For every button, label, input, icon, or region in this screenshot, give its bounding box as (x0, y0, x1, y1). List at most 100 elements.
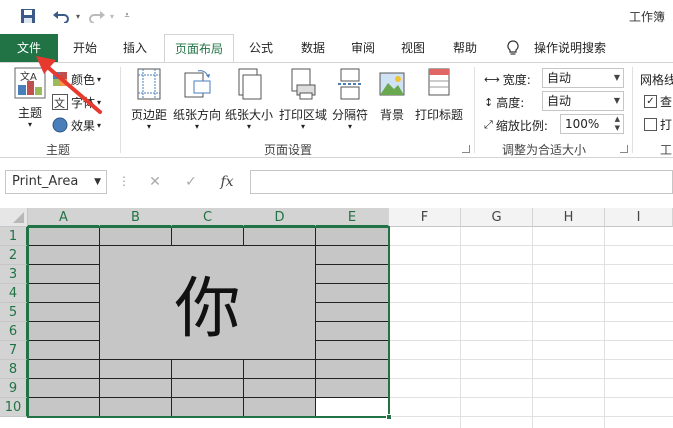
row-header-3[interactable]: 3 (0, 265, 28, 284)
orientation-button[interactable]: 纸张方向 ▾ (172, 67, 222, 131)
row-header-7[interactable]: 7 (0, 341, 28, 360)
tab-formulas[interactable]: 公式 (238, 34, 284, 62)
cancel-icon[interactable]: ✕ (144, 172, 166, 192)
cell-b10[interactable] (100, 398, 172, 417)
margins-button[interactable]: 页边距 ▾ (128, 67, 170, 131)
cell-c10[interactable] (172, 398, 244, 417)
cell-e8[interactable] (316, 360, 389, 379)
formula-input[interactable] (250, 170, 673, 194)
page-setup-launcher-icon[interactable] (462, 145, 470, 153)
drag-handle-icon[interactable]: ⋮ (118, 174, 130, 188)
insert-function-icon[interactable]: fx (216, 172, 238, 192)
cell-c9[interactable] (172, 379, 244, 398)
height-select[interactable]: 自动 ▼ (542, 91, 624, 111)
fonts-button[interactable]: 文 字体 ▾ (52, 92, 101, 112)
row-header-1[interactable]: 1 (0, 227, 28, 246)
tab-home[interactable]: 开始 (62, 34, 108, 62)
column-header-c[interactable]: C (172, 208, 244, 227)
fill-handle[interactable] (386, 414, 392, 420)
cell-c1[interactable] (172, 227, 244, 246)
cell-a10[interactable] (28, 398, 100, 417)
cell-e1[interactable] (316, 227, 389, 246)
tab-insert[interactable]: 插入 (112, 34, 158, 62)
cell-e9[interactable] (316, 379, 389, 398)
background-button[interactable]: 背景 (374, 67, 410, 123)
merged-cell-b2-d7[interactable]: 你 (100, 246, 316, 360)
cell-a1[interactable] (28, 227, 100, 246)
cell-a9[interactable] (28, 379, 100, 398)
row-header-5[interactable]: 5 (0, 303, 28, 322)
customize-icon[interactable]: ⩡ (120, 6, 134, 26)
tab-file[interactable]: 文件 (0, 34, 58, 62)
print-titles-button[interactable]: 打印标题 (412, 67, 466, 123)
print-titles-icon (428, 68, 450, 96)
column-header-e[interactable]: E (316, 208, 389, 227)
name-box[interactable]: Print_Area ▼ (5, 170, 107, 194)
tab-view[interactable]: 视图 (390, 34, 436, 62)
cell-d10[interactable] (244, 398, 316, 417)
scale-launcher-icon[interactable] (620, 145, 628, 153)
tab-data[interactable]: 数据 (290, 34, 336, 62)
chevron-down-icon[interactable]: ▼ (94, 171, 101, 193)
undo-dropdown-icon[interactable]: ▾ (72, 6, 84, 26)
enter-icon[interactable]: ✓ (180, 172, 202, 192)
scale-stepper[interactable]: 100% ▲ ▼ (560, 114, 624, 134)
row-header-10[interactable]: 10 (0, 398, 28, 417)
column-header-f[interactable]: F (389, 208, 461, 227)
cell-a4[interactable] (28, 284, 100, 303)
cell-a3[interactable] (28, 265, 100, 284)
cell-e7[interactable] (316, 341, 389, 360)
column-header-h[interactable]: H (533, 208, 605, 227)
print-area-button[interactable]: 打印区域 ▾ (276, 67, 330, 131)
gridline (389, 321, 673, 322)
cell-a6[interactable] (28, 322, 100, 341)
tab-page-layout[interactable]: 页面布局 (164, 34, 234, 63)
cell-a5[interactable] (28, 303, 100, 322)
cell-d8[interactable] (244, 360, 316, 379)
undo-icon[interactable] (50, 6, 72, 26)
cell-a8[interactable] (28, 360, 100, 379)
tell-me-search[interactable]: 操作说明搜索 (528, 34, 612, 62)
row-header-2[interactable]: 2 (0, 246, 28, 265)
row-header-6[interactable]: 6 (0, 322, 28, 341)
cell-e2[interactable] (316, 246, 389, 265)
cell-b1[interactable] (100, 227, 172, 246)
row-header-9[interactable]: 9 (0, 379, 28, 398)
select-all-corner[interactable] (0, 208, 28, 227)
column-header-g[interactable]: G (461, 208, 533, 227)
stepper-arrows-icon[interactable]: ▲ ▼ (615, 115, 620, 133)
breaks-button[interactable]: 分隔符 ▾ (330, 67, 370, 131)
gridlines-print-checkbox[interactable] (644, 118, 657, 131)
cell-e10[interactable] (316, 398, 389, 417)
cell-e4[interactable] (316, 284, 389, 303)
cell-b9[interactable] (100, 379, 172, 398)
chevron-down-icon: ▾ (146, 122, 151, 131)
cell-e5[interactable] (316, 303, 389, 322)
size-button[interactable]: 纸张大小 ▾ (224, 67, 274, 131)
cell-a2[interactable] (28, 246, 100, 265)
row-header-4[interactable]: 4 (0, 284, 28, 303)
themes-button[interactable]: 文A 主题 ▾ (10, 67, 50, 129)
cell-e3[interactable] (316, 265, 389, 284)
tab-review[interactable]: 审阅 (340, 34, 386, 62)
cell-c8[interactable] (172, 360, 244, 379)
tab-help[interactable]: 帮助 (442, 34, 488, 62)
gridlines-view-checkbox[interactable]: ✓ (644, 95, 657, 108)
row-header-8[interactable]: 8 (0, 360, 28, 379)
cell-b8[interactable] (100, 360, 172, 379)
column-header-i[interactable]: I (605, 208, 673, 227)
redo-icon[interactable] (86, 6, 108, 26)
cell-e6[interactable] (316, 322, 389, 341)
width-select[interactable]: 自动 ▼ (542, 68, 624, 88)
save-icon[interactable] (18, 6, 38, 26)
column-header-d[interactable]: D (244, 208, 316, 227)
column-header-a[interactable]: A (28, 208, 100, 227)
redo-dropdown-icon[interactable]: ▾ (106, 6, 118, 26)
cell-d9[interactable] (244, 379, 316, 398)
worksheet-grid[interactable]: A B C D E F G H I 1 2 3 4 5 6 7 8 9 10 你 (0, 208, 673, 428)
colors-button[interactable]: 颜色 ▾ (52, 69, 101, 89)
column-header-b[interactable]: B (100, 208, 172, 227)
cell-d1[interactable] (244, 227, 316, 246)
effects-button[interactable]: 效果 ▾ (52, 115, 101, 135)
cell-a7[interactable] (28, 341, 100, 360)
